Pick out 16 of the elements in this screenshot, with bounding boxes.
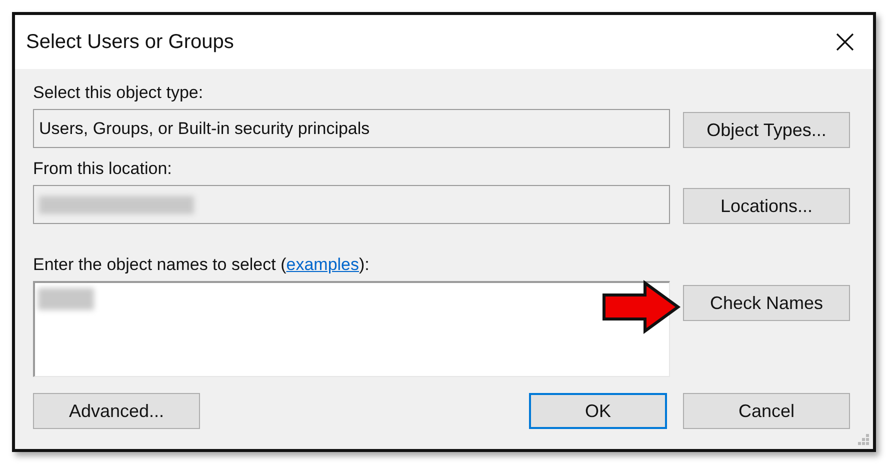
object-type-field: Users, Groups, or Built-in security principals — [33, 109, 670, 148]
examples-link[interactable]: examples — [286, 255, 360, 274]
dialog-button[interactable]: OK — [529, 393, 667, 429]
advanced-button[interactable]: Advanced... — [33, 393, 200, 429]
field-label: From this location: — [33, 159, 173, 179]
close-icon[interactable] — [835, 32, 855, 52]
blurred-text — [38, 288, 94, 310]
field-label: Select this object type: — [33, 83, 204, 103]
field-label: Enter the object names to select (examples): — [33, 255, 370, 275]
resize-grip-icon[interactable] — [858, 434, 870, 446]
object-types-button[interactable]: Object Types... — [683, 112, 850, 148]
window-title: Select Users or Groups — [26, 30, 234, 54]
object-names-field[interactable] — [33, 281, 670, 377]
dialog-button[interactable]: Cancel — [683, 393, 850, 429]
check-names-button[interactable]: Check Names — [683, 285, 850, 321]
locations-button[interactable]: Locations... — [683, 188, 850, 224]
